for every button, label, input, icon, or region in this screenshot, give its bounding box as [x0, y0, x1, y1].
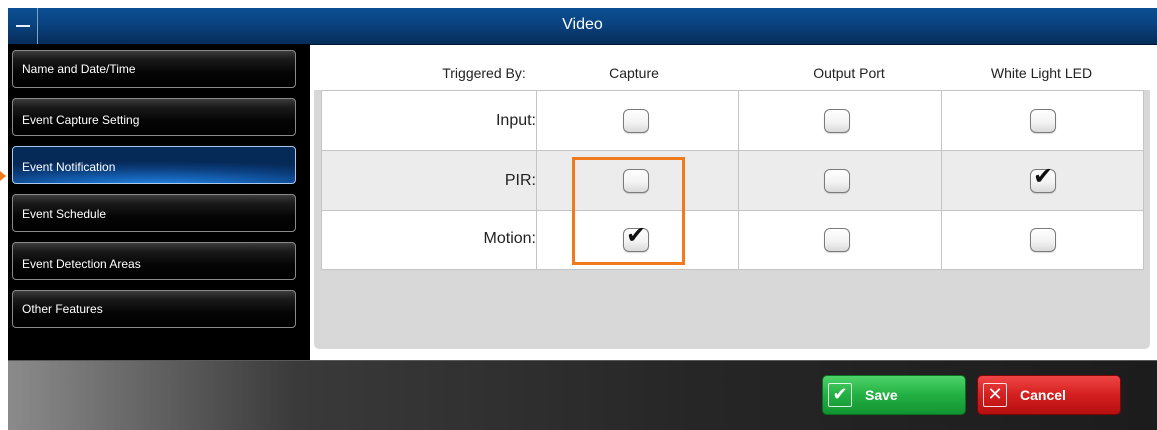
checkbox-input-output-port[interactable] — [824, 109, 850, 133]
save-button[interactable]: ✔ Save — [822, 375, 966, 415]
sidebar-item-event-detection-areas[interactable]: Event Detection Areas — [12, 242, 296, 280]
checkbox-pir-output-port[interactable] — [824, 169, 850, 193]
checkmark-icon: ✔ — [1033, 162, 1054, 190]
row-label-pir: PIR: — [504, 172, 536, 189]
sidebar-item-label: Other Features — [22, 302, 103, 316]
close-icon: ✕ — [983, 383, 1007, 407]
sidebar-item-event-capture-setting[interactable]: Event Capture Setting — [12, 98, 296, 136]
table-header: Triggered By: Capture Output Port White … — [314, 48, 1150, 90]
footer-bar: ✔ Save ✕ Cancel — [8, 360, 1157, 430]
checkbox-motion-white-light-led[interactable] — [1030, 228, 1056, 252]
checkbox-pir-capture[interactable] — [623, 169, 649, 193]
checkbox-motion-capture[interactable]: ✔ — [623, 221, 649, 252]
sidebar-item-label: Event Detection Areas — [22, 257, 141, 271]
save-button-label: Save — [865, 387, 898, 403]
grid-line — [536, 90, 537, 270]
window-title: Video — [562, 16, 603, 33]
checkbox-input-white-light-led[interactable] — [1030, 109, 1056, 133]
sidebar-item-event-notification[interactable]: Event Notification — [12, 146, 296, 184]
sidebar: Name and Date/Time Event Capture Setting… — [8, 44, 310, 360]
sidebar-item-label: Event Schedule — [22, 207, 107, 221]
sidebar-item-label: Event Capture Setting — [22, 113, 140, 127]
column-header-output-port: Output Port — [813, 65, 885, 81]
checkmark-icon: ✔ — [626, 221, 647, 249]
sidebar-item-label: Name and Date/Time — [22, 62, 136, 76]
active-indicator-arrow — [0, 171, 6, 181]
column-header-triggered-by: Triggered By: — [442, 65, 526, 81]
check-icon: ✔ — [828, 383, 852, 407]
checkbox-pir-white-light-led[interactable]: ✔ — [1030, 162, 1056, 193]
cancel-button-label: Cancel — [1020, 387, 1066, 403]
grid-line — [321, 210, 1144, 211]
grid-line — [738, 90, 739, 270]
table-row: PIR: ✔ — [321, 150, 1144, 210]
row-label-motion: Motion: — [483, 230, 536, 247]
sidebar-item-name-and-date-time[interactable]: Name and Date/Time — [12, 50, 296, 88]
row-label-input: Input: — [495, 112, 536, 129]
sidebar-item-event-schedule[interactable]: Event Schedule — [12, 194, 296, 232]
title-bar: Video — [8, 8, 1157, 45]
table-row: Motion: ✔ — [321, 210, 1144, 270]
checkbox-motion-output-port[interactable] — [824, 228, 850, 252]
grid-line — [321, 90, 322, 270]
grid-line — [1143, 90, 1144, 270]
grid-line — [941, 90, 942, 270]
sidebar-item-other-features[interactable]: Other Features — [12, 290, 296, 328]
notification-panel: Triggered By: Capture Output Port White … — [314, 48, 1150, 349]
table-row: Input: — [321, 90, 1144, 150]
sidebar-item-label: Event Notification — [22, 160, 116, 174]
grid-line — [321, 150, 1144, 151]
grid-line — [321, 269, 1144, 270]
column-header-white-light-led: White Light LED — [990, 65, 1093, 81]
checkbox-input-capture[interactable] — [623, 109, 649, 133]
column-header-capture: Capture — [609, 65, 659, 81]
cancel-button[interactable]: ✕ Cancel — [977, 375, 1121, 415]
grid-line — [321, 90, 1144, 91]
